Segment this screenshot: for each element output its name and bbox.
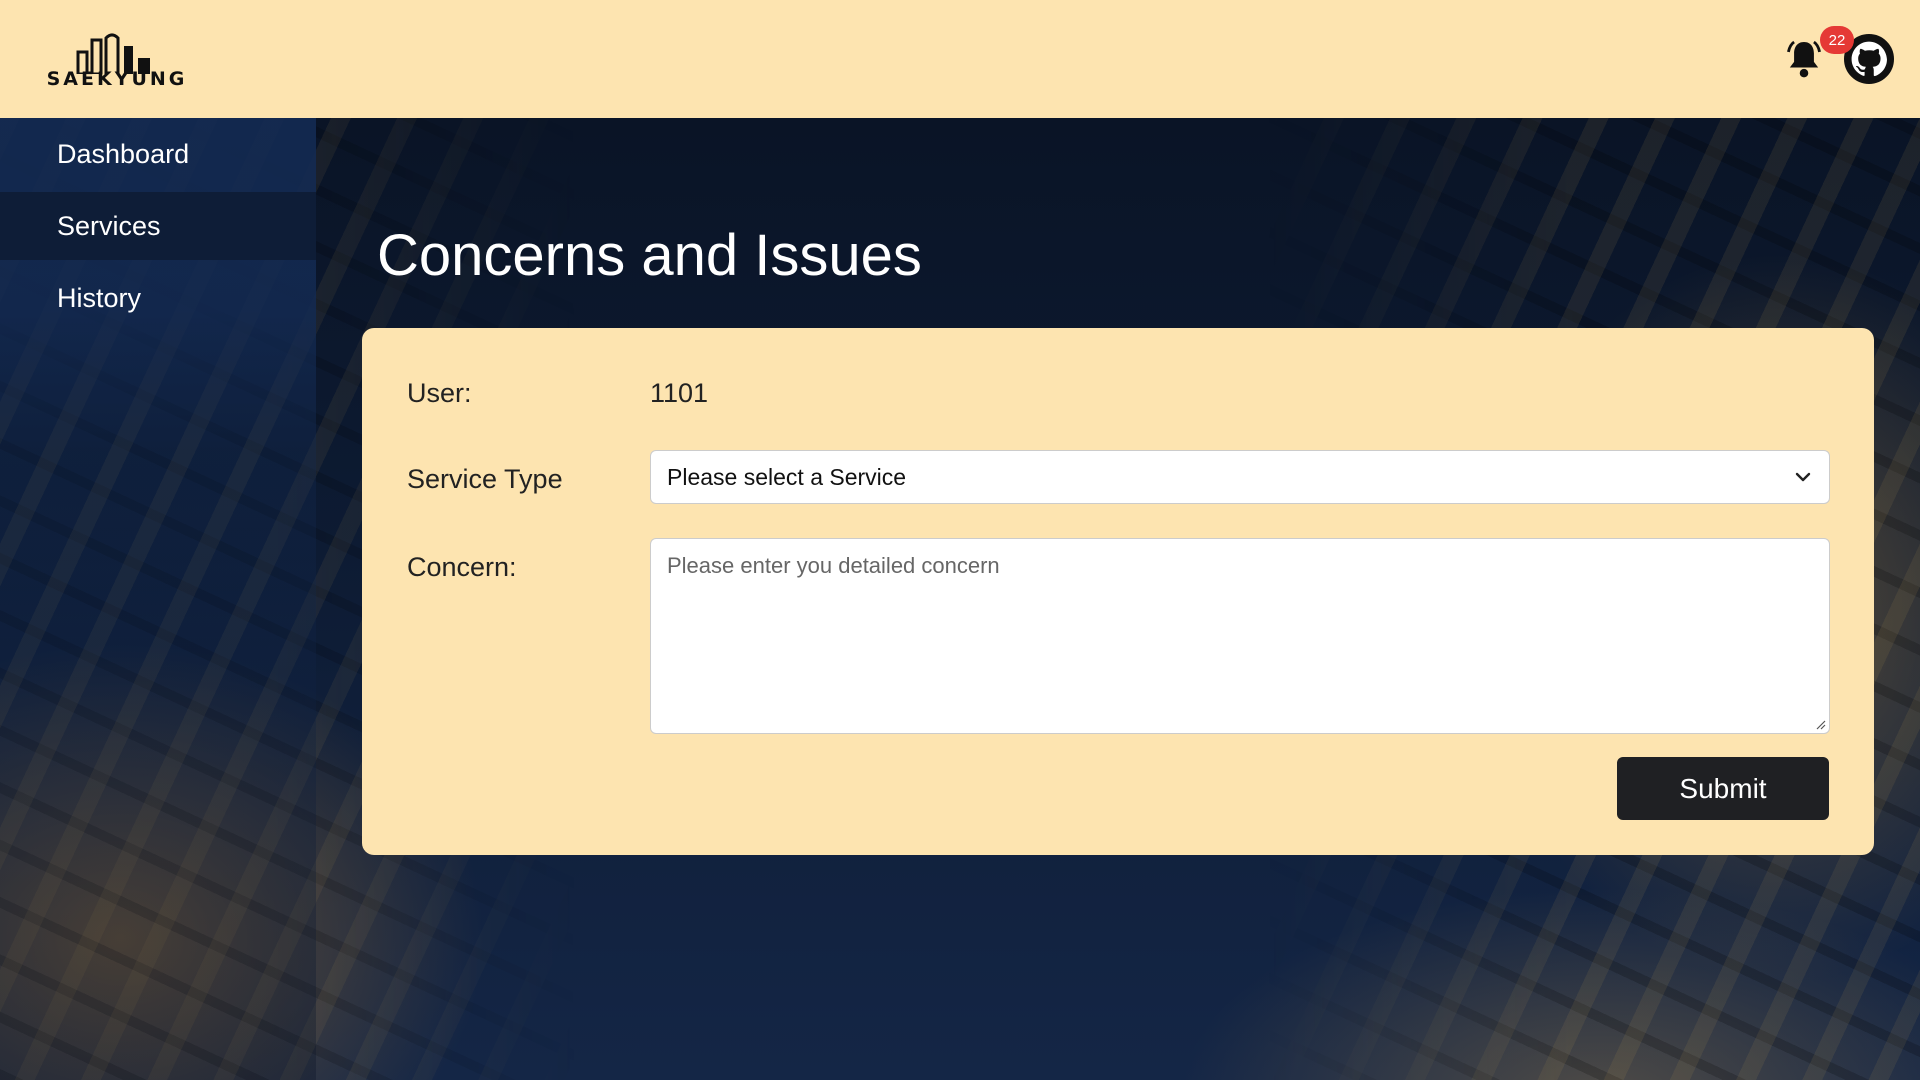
submit-button[interactable]: Submit [1617,757,1829,820]
header-actions: 22 [1784,26,1894,84]
page-title: Concerns and Issues [377,223,922,288]
brand-name: SAEKYUNG [46,67,188,90]
service-type-select[interactable]: Please select a Service [650,450,1830,504]
concern-form-card: User: 1101 Service Type Please select a … [362,328,1874,855]
top-header: SAEKYUNG 22 [0,0,1920,118]
user-row: User: 1101 [407,378,708,409]
github-avatar-icon [1847,37,1891,81]
concern-textarea[interactable]: Please enter you detailed concern [650,538,1830,734]
bell-icon [1787,40,1821,78]
notifications-button[interactable]: 22 [1784,26,1854,82]
chevron-down-icon [1795,472,1811,482]
user-value: 1101 [650,378,709,408]
concern-placeholder: Please enter you detailed concern [667,553,1000,578]
sidebar-item-services[interactable]: Services [0,192,316,260]
service-type-selected-value: Please select a Service [667,463,907,490]
service-type-label: Service Type [407,464,563,494]
concern-label: Concern: [407,552,517,582]
notification-count-badge: 22 [1820,26,1854,54]
sidebar-item-history[interactable]: History [0,262,316,334]
sidebar: Dashboard Services History [0,118,316,1080]
user-label: User: [407,378,472,408]
brand-logo[interactable]: SAEKYUNG [26,30,208,89]
resize-handle-icon[interactable] [1814,718,1826,730]
buildings-logo-icon [76,33,150,74]
concern-row: Concern: Please enter you detailed conce… [407,538,1830,734]
sidebar-item-dashboard[interactable]: Dashboard [0,118,316,190]
service-type-row: Service Type Please select a Service [407,450,1830,504]
